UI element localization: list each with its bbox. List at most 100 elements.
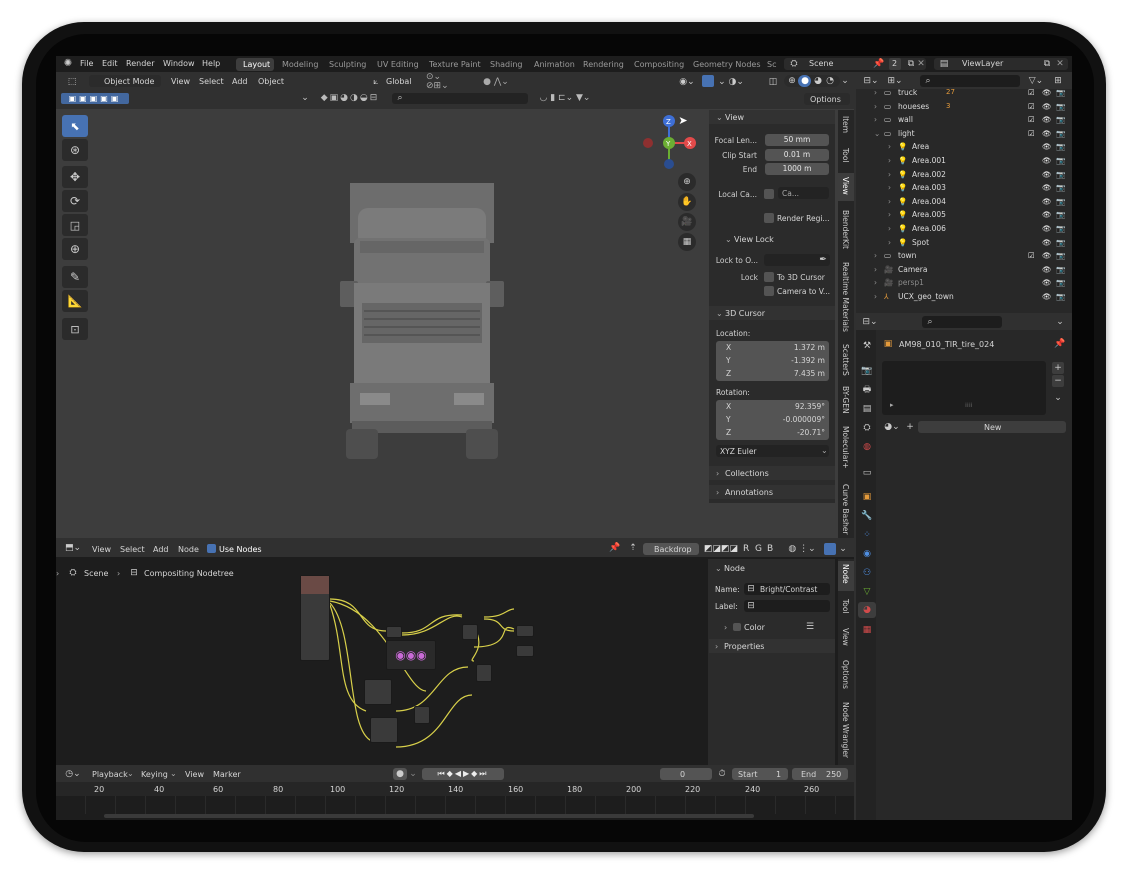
constraints-tab-icon[interactable]: ⚇ <box>860 566 874 580</box>
properties-editor-icon[interactable]: ⊟⌄ <box>862 317 878 327</box>
timeline-track[interactable] <box>56 796 854 814</box>
view-layer-tab-icon[interactable]: ▤ <box>860 402 874 416</box>
overlay-node-toggle[interactable] <box>824 543 836 555</box>
world-tab-icon[interactable]: ◍ <box>860 440 874 454</box>
tab-view[interactable]: View <box>841 177 850 195</box>
visibility-eye-icon[interactable]: 👁 <box>1042 156 1052 165</box>
visibility-eye-icon[interactable]: 👁 <box>1042 197 1052 206</box>
particles-tab-icon[interactable]: ⁘ <box>860 528 874 542</box>
pin-icon[interactable]: 📌 <box>873 59 884 69</box>
camera-to-view-checkbox[interactable] <box>764 286 774 296</box>
material-shading-icon[interactable]: ◕ <box>812 76 824 86</box>
outliner-row-area-004[interactable]: › 💡 Area.004 👁 📷 <box>856 196 1070 209</box>
node-color-checkbox[interactable] <box>733 623 741 631</box>
editor-type-icon[interactable]: ⬚ <box>64 76 80 88</box>
outliner-row-area-002[interactable]: › 💡 Area.002 👁 📷 <box>856 169 1070 182</box>
expand-arrow-icon[interactable]: › <box>874 292 877 301</box>
rot-x-value[interactable]: 92.359° <box>778 402 825 411</box>
render-camera-icon[interactable]: 📷 <box>1056 251 1065 260</box>
node-panel-title[interactable]: Node <box>724 564 745 573</box>
viewlayer-new-icon[interactable]: ⧉ <box>1042 59 1052 69</box>
outliner-row-truck[interactable]: › ▭ truck 27 ☑ 👁 📷 <box>856 87 1070 100</box>
viewport-search-input[interactable] <box>392 93 528 104</box>
overlay-icon[interactable]: ⌄ ◑⌄ <box>716 76 746 88</box>
display-mode-icon[interactable]: ⊞⌄ <box>886 76 904 86</box>
node-tab-tool[interactable]: Tool <box>841 599 850 614</box>
record-chevron-icon[interactable]: ⌄ <box>408 768 418 780</box>
node-tab-node-wrangler[interactable]: Node Wrangler <box>841 702 850 758</box>
timeline-editor-icon[interactable]: ◷⌄ <box>63 768 83 780</box>
outliner-editor-icon[interactable]: ⊟⌄ <box>862 76 880 86</box>
exclude-checkbox[interactable]: ☑ <box>1028 102 1035 111</box>
channel-r[interactable]: R <box>743 544 749 554</box>
exclude-checkbox[interactable]: ☑ <box>1028 115 1035 124</box>
use-nodes-checkbox[interactable] <box>207 544 216 553</box>
expand-arrow-icon[interactable]: › <box>874 278 877 287</box>
scale-tool-icon[interactable]: ◲ <box>62 214 88 236</box>
outliner-row-camera[interactable]: › 🎥 Camera 👁 📷 <box>856 264 1070 277</box>
expand-arrow-icon[interactable]: › <box>874 251 877 260</box>
visibility-eye-icon[interactable]: 👁 <box>1042 142 1052 151</box>
overlay-node-chevron-icon[interactable]: ⌄ <box>836 543 850 555</box>
timeline-scrollbar[interactable] <box>104 814 754 818</box>
expand-arrow-icon[interactable]: › <box>888 183 891 192</box>
tab-scatter[interactable]: ScatterS <box>841 344 850 376</box>
material-slots-list[interactable] <box>882 361 1046 415</box>
remove-slot-icon[interactable]: − <box>1052 375 1064 387</box>
visibility-icon[interactable]: ◉⌄ <box>678 76 696 88</box>
visibility-eye-icon[interactable]: 👁 <box>1042 265 1052 274</box>
scene-tab-icon[interactable]: ⛭ <box>860 421 874 435</box>
outliner-row-spot[interactable]: › 💡 Spot 👁 📷 <box>856 237 1070 250</box>
expand-arrow-icon[interactable]: › <box>888 170 891 179</box>
visibility-eye-icon[interactable]: 👁 <box>1042 278 1052 287</box>
keying-menu[interactable]: Keying <box>141 770 168 779</box>
bright-contrast-node[interactable] <box>414 706 430 724</box>
stopwatch-icon[interactable]: ⏱ <box>716 768 728 780</box>
wireframe-shading-icon[interactable]: ⊕ <box>786 76 798 86</box>
scene-close-icon[interactable]: ✕ <box>917 59 925 69</box>
visibility-eye-icon[interactable]: 👁 <box>1042 102 1052 111</box>
tab-modeling[interactable]: Modeling <box>282 60 318 69</box>
expand-arrow-icon[interactable]: › <box>874 102 877 111</box>
proportional-edit-icon[interactable]: ● ⋀⌄ <box>476 76 516 88</box>
outliner-filter-icon[interactable]: ▽⌄ <box>1028 76 1044 86</box>
node-menu-view[interactable]: View <box>92 545 111 554</box>
render-region-checkbox[interactable] <box>764 213 774 223</box>
move-tool-icon[interactable]: ✥ <box>62 166 88 188</box>
breadcrumb-scene[interactable]: Scene <box>84 569 108 578</box>
transform-tool-icon[interactable]: ⊕ <box>62 238 88 260</box>
timeline-view-menu[interactable]: View <box>185 770 204 779</box>
menu-file[interactable]: File <box>80 59 93 68</box>
current-frame-field[interactable] <box>660 768 712 780</box>
render-tab-icon[interactable]: 📷 <box>860 364 874 378</box>
menu-select[interactable]: Select <box>199 77 224 86</box>
exclude-checkbox[interactable]: ☑ <box>1028 129 1035 138</box>
render-camera-icon[interactable]: 📷 <box>1056 197 1065 206</box>
viewer-node[interactable] <box>516 645 534 657</box>
expand-arrow-icon[interactable]: › <box>888 210 891 219</box>
tab-tool[interactable]: Tool <box>841 148 850 163</box>
scene-new-icon[interactable]: ⧉ <box>906 59 916 69</box>
outliner-row-area-006[interactable]: › 💡 Area.006 👁 📷 <box>856 223 1070 236</box>
render-camera-icon[interactable]: 📷 <box>1056 170 1065 179</box>
render-camera-icon[interactable]: 📷 <box>1056 88 1065 97</box>
expand-arrow-icon[interactable]: › <box>874 115 877 124</box>
menu-object[interactable]: Object <box>258 77 284 86</box>
rot-y-value[interactable]: -0.000009° <box>768 415 825 424</box>
render-camera-icon[interactable]: 📷 <box>1056 102 1065 111</box>
tab-uv-editing[interactable]: UV Editing <box>377 60 419 69</box>
pivot-snap-icons[interactable]: ⊙⌄ ⊘⊞⌄ <box>426 73 466 91</box>
properties-options-icon[interactable]: ⌄ <box>1054 317 1066 327</box>
cursor-3d-tool-icon[interactable]: ⊛ <box>62 139 88 161</box>
outliner-row-area-001[interactable]: › 💡 Area.001 👁 📷 <box>856 155 1070 168</box>
rendered-shading-icon[interactable]: ◔ <box>824 76 836 86</box>
visibility-eye-icon[interactable]: 👁 <box>1042 88 1052 97</box>
parent-node-icon[interactable]: ⇡ <box>627 543 639 554</box>
node-menu-add[interactable]: Add <box>153 545 169 554</box>
render-camera-icon[interactable]: 📷 <box>1056 224 1065 233</box>
visibility-eye-icon[interactable]: 👁 <box>1042 210 1052 219</box>
material-tab-icon[interactable]: ◕ <box>860 603 874 617</box>
object-type-visibility-icons[interactable]: ◆▣◕◑◒⊟ <box>310 93 390 104</box>
node-tab-options[interactable]: Options <box>841 660 850 689</box>
reroute-node-1[interactable] <box>386 626 402 638</box>
